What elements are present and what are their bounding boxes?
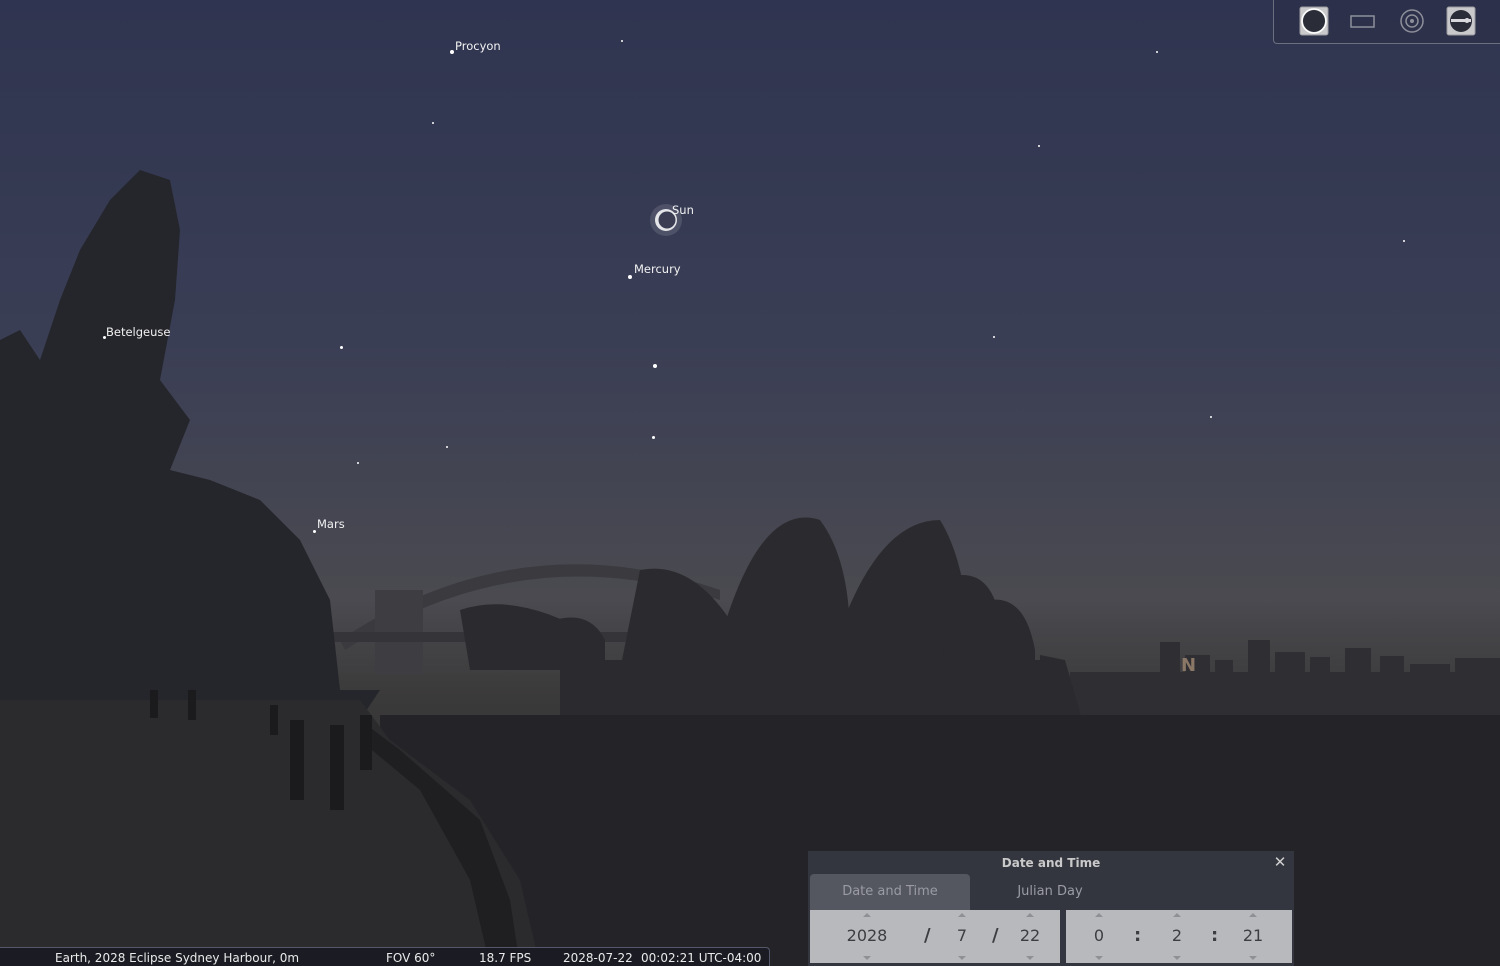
star[interactable]	[993, 336, 995, 338]
landscape-silhouette	[0, 170, 1500, 966]
second-spinner[interactable]: 21	[1236, 910, 1270, 963]
star[interactable]	[450, 50, 454, 54]
star[interactable]	[621, 40, 623, 42]
day-value: 22	[1019, 926, 1041, 945]
decrement-arrow-icon[interactable]	[1026, 956, 1034, 960]
star[interactable]	[446, 446, 448, 448]
close-icon[interactable]: ✕	[1272, 854, 1288, 870]
star[interactable]	[1038, 145, 1040, 147]
opera-house	[460, 517, 1085, 735]
decrement-arrow-icon[interactable]	[1095, 956, 1103, 960]
star[interactable]	[357, 462, 359, 464]
increment-arrow-icon[interactable]	[1095, 913, 1103, 917]
trees-silhouette	[0, 170, 380, 760]
date-separator: /	[992, 925, 999, 946]
eclipse-icon[interactable]	[1299, 6, 1329, 36]
time-panel: 0 : 2 : 21	[1066, 910, 1292, 963]
label-sun: Sun	[672, 203, 694, 217]
year-spinner[interactable]: 2028	[832, 910, 902, 963]
label-mars: Mars	[317, 517, 345, 531]
date-separator: /	[924, 925, 931, 946]
status-date[interactable]: 2028-07-22	[563, 951, 633, 965]
decrement-arrow-icon[interactable]	[863, 956, 871, 960]
increment-arrow-icon[interactable]	[958, 913, 966, 917]
cardinal-north: N	[1181, 655, 1197, 676]
month-value: 7	[956, 926, 968, 945]
star[interactable]	[653, 364, 657, 368]
increment-arrow-icon[interactable]	[863, 913, 871, 917]
date-panel: 2028 / 7 / 22	[810, 910, 1060, 963]
view-toolbar	[1273, 0, 1500, 44]
status-location[interactable]: Earth, 2028 Eclipse Sydney Harbour, 0m	[55, 951, 299, 965]
hour-spinner[interactable]: 0	[1082, 910, 1116, 963]
status-time[interactable]: 00:02:21 UTC-04:00	[641, 951, 761, 965]
year-value: 2028	[846, 926, 888, 945]
date-time-dialog: Date and Time ✕ Date and Time Julian Day…	[808, 851, 1294, 966]
status-fps: 18.7 FPS	[479, 951, 532, 965]
star[interactable]	[1403, 240, 1405, 242]
horizon-icon[interactable]	[1446, 6, 1476, 36]
status-bar: Earth, 2028 Eclipse Sydney Harbour, 0m F…	[0, 947, 770, 966]
status-fov: FOV 60°	[386, 951, 436, 965]
second-value: 21	[1242, 926, 1264, 945]
time-separator: :	[1134, 925, 1142, 946]
star[interactable]	[432, 122, 434, 124]
decrement-arrow-icon[interactable]	[1173, 956, 1181, 960]
increment-arrow-icon[interactable]	[1173, 913, 1181, 917]
star[interactable]	[652, 436, 655, 439]
tab-date-and-time[interactable]: Date and Time	[810, 874, 970, 910]
star[interactable]	[340, 346, 343, 349]
star[interactable]	[1210, 416, 1212, 418]
minute-value: 2	[1171, 926, 1183, 945]
dialog-title[interactable]: Date and Time	[808, 851, 1294, 873]
label-procyon: Procyon	[455, 39, 501, 53]
minute-spinner[interactable]: 2	[1160, 910, 1194, 963]
label-mercury: Mercury	[634, 262, 681, 276]
star[interactable]	[313, 530, 316, 533]
day-spinner[interactable]: 22	[1008, 910, 1052, 963]
city-skyline	[1070, 640, 1500, 722]
label-betelgeuse: Betelgeuse	[106, 325, 171, 339]
decrement-arrow-icon[interactable]	[958, 956, 966, 960]
increment-arrow-icon[interactable]	[1026, 913, 1034, 917]
star[interactable]	[1156, 51, 1158, 53]
tab-julian-day[interactable]: Julian Day	[970, 874, 1130, 910]
star[interactable]	[628, 275, 632, 279]
target-icon[interactable]	[1397, 6, 1427, 36]
increment-arrow-icon[interactable]	[1249, 913, 1257, 917]
month-spinner[interactable]: 7	[942, 910, 982, 963]
hour-value: 0	[1093, 926, 1105, 945]
decrement-arrow-icon[interactable]	[1249, 956, 1257, 960]
rectangle-icon[interactable]	[1348, 6, 1378, 36]
time-separator: :	[1211, 925, 1219, 946]
